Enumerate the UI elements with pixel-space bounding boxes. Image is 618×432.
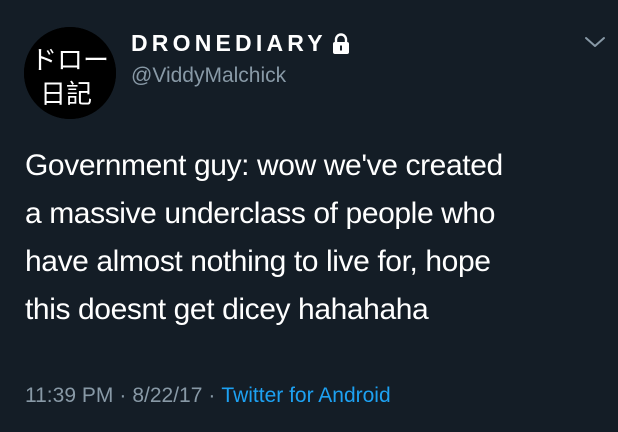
avatar-image: ドロー 日記 (24, 27, 116, 119)
tweet-text-line: have almost nothing to live for, hope (25, 245, 491, 278)
separator: · (208, 384, 216, 407)
tweet-text: Government guy: wow we've created a mass… (25, 142, 605, 334)
display-name[interactable]: DRONEDIARY (131, 30, 351, 57)
lock-icon (331, 32, 351, 55)
display-name-text[interactable]: DRONEDIARY (131, 30, 327, 57)
tweet-text-line: a massive underclass of people who (25, 197, 496, 230)
avatar-text-bottom: 日記 (40, 80, 92, 110)
tweet-source-link[interactable]: Twitter for Android (221, 384, 390, 407)
separator: · (119, 384, 127, 407)
chevron-down-icon[interactable] (584, 34, 606, 50)
tweet-date[interactable]: 8/22/17 (132, 384, 202, 407)
tweet-metadata: 11:39 PM · 8/22/17 · Twitter for Android (25, 384, 391, 408)
tweet-text-line: Government guy: wow we've created (25, 149, 503, 182)
avatar[interactable]: ドロー 日記 (24, 27, 116, 119)
tweet-text-line: this doesnt get dicey hahahaha (25, 293, 429, 326)
tweet-time[interactable]: 11:39 PM (25, 384, 113, 407)
user-handle[interactable]: @ViddyMalchick (131, 64, 286, 88)
tweet-card: ドロー 日記 DRONEDIARY @ViddyMalchick Governm… (0, 0, 618, 432)
avatar-text-top: ドロー (31, 46, 109, 76)
